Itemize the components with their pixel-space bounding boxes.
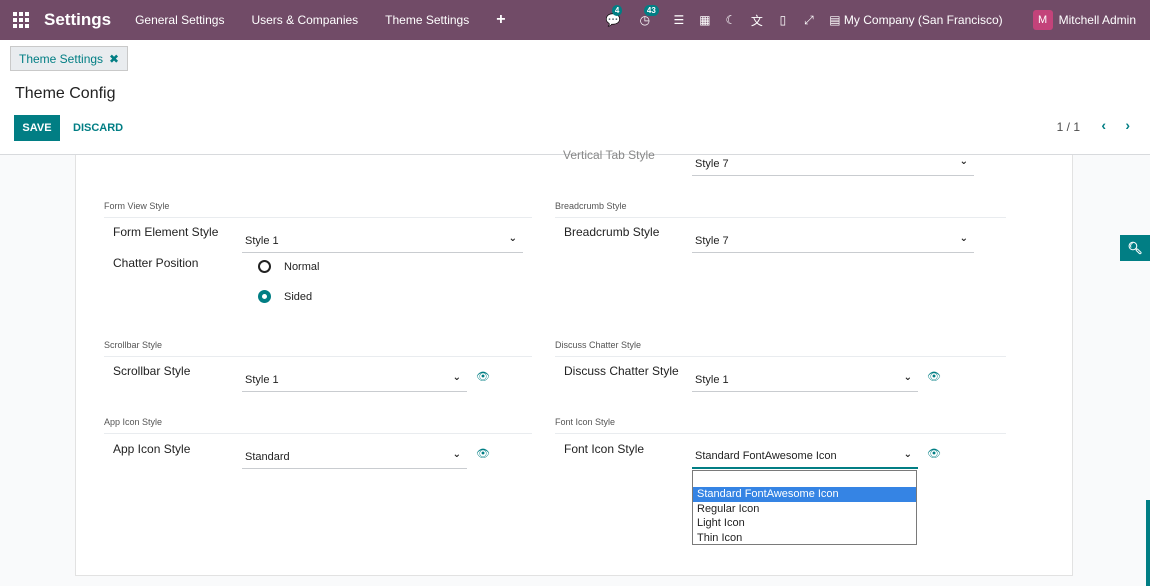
app-icon-label: App Icon Style xyxy=(113,442,191,456)
avatar[interactable]: M xyxy=(1032,10,1053,30)
eye-icon[interactable]: 👁︎ xyxy=(476,447,490,460)
dropdown-option-standard[interactable]: Standard FontAwesome Icon xyxy=(693,487,916,502)
radio-sided[interactable]: Sided xyxy=(258,290,312,303)
dropdown-option-thin[interactable]: Thin Icon xyxy=(693,531,916,546)
activity-badge: 43 xyxy=(643,5,659,16)
discuss-select[interactable]: Style 1 ⌄ xyxy=(692,368,918,392)
control-panel: Theme Settings ✖ Theme Config SAVE DISCA… xyxy=(0,40,1150,155)
chevron-down-icon: ⌄ xyxy=(959,233,968,244)
radio-normal-dot[interactable] xyxy=(258,260,271,273)
section-breadcrumb: Breadcrumb Style xyxy=(555,201,1006,218)
dropdown-option-light[interactable]: Light Icon xyxy=(693,516,916,531)
section-font-icon: Font Icon Style xyxy=(555,417,1006,434)
radio-sided-label: Sided xyxy=(284,290,313,303)
chevron-down-icon: ⌄ xyxy=(959,156,968,167)
chevron-left-icon[interactable]: ‹ xyxy=(1101,117,1106,133)
form-element-select[interactable]: Style 1 ⌄ xyxy=(242,229,523,253)
moon-icon[interactable]: ☾ xyxy=(724,13,738,27)
plus-icon[interactable]: + xyxy=(496,11,505,29)
company-switcher[interactable]: My Company (San Francisco) xyxy=(844,13,1003,27)
chevron-right-icon[interactable]: › xyxy=(1125,117,1130,133)
chevron-down-icon: ⌄ xyxy=(903,449,912,460)
save-button[interactable]: SAVE xyxy=(14,115,60,141)
radio-normal[interactable]: Normal xyxy=(258,260,319,273)
section-form-view: Form View Style xyxy=(104,201,532,218)
discuss-value: Style 1 xyxy=(695,373,729,386)
vertical-tab-label: Vertical Tab Style xyxy=(563,148,655,162)
breadcrumb-label: Breadcrumb Style xyxy=(564,225,660,239)
calculator-icon[interactable]: ▦ xyxy=(698,13,712,27)
breadcrumb-value: Style 7 xyxy=(695,234,729,247)
bookmark-icon[interactable]: ▯ xyxy=(776,13,790,27)
breadcrumb-select[interactable]: Style 7 ⌄ xyxy=(692,229,974,253)
chevron-down-icon: ⌄ xyxy=(508,233,517,244)
font-icon-label: Font Icon Style xyxy=(564,442,645,456)
page-title: Theme Config xyxy=(15,85,116,102)
language-icon[interactable]: 文 xyxy=(750,13,764,28)
font-icon-select[interactable]: Standard FontAwesome Icon ⌄ xyxy=(692,445,918,469)
breadcrumb-chip-label: Theme Settings xyxy=(19,51,104,66)
search-icon[interactable]: 🔍︎ xyxy=(1120,235,1150,261)
chevron-down-icon: ⌄ xyxy=(452,372,461,383)
close-icon[interactable]: ✖ xyxy=(109,52,119,66)
font-icon-value: Standard FontAwesome Icon xyxy=(695,450,837,462)
dropdown-option-empty[interactable] xyxy=(693,471,916,487)
section-scrollbar: Scrollbar Style xyxy=(104,340,532,357)
form-element-value: Style 1 xyxy=(245,234,279,247)
eye-icon[interactable]: 👁︎ xyxy=(927,447,941,460)
chatter-position-label: Chatter Position xyxy=(113,256,199,270)
section-app-icon: App Icon Style xyxy=(104,417,532,434)
scrollbar-select[interactable]: Style 1 ⌄ xyxy=(242,368,467,392)
app-icon-select[interactable]: Standard ⌄ xyxy=(242,445,467,469)
list-icon[interactable]: ☰ xyxy=(672,13,686,27)
scrollbar-label: Scrollbar Style xyxy=(113,364,191,378)
vertical-tab-select[interactable]: Style 7 ⌄ xyxy=(692,152,974,176)
font-icon-dropdown[interactable]: Standard FontAwesome Icon Regular Icon L… xyxy=(692,470,917,545)
pager-value: 1 / 1 xyxy=(1056,120,1080,134)
menu-theme-settings[interactable]: Theme Settings xyxy=(385,13,469,27)
vertical-tab-value: Style 7 xyxy=(695,157,729,170)
breadcrumb-chip[interactable]: Theme Settings ✖ xyxy=(10,46,129,71)
section-discuss: Discuss Chatter Style xyxy=(555,340,1006,357)
app-icon-value: Standard xyxy=(245,450,290,463)
scrollbar-thumb[interactable] xyxy=(1146,500,1150,586)
activity-clock-icon[interactable]: ◷ 43 xyxy=(638,5,659,27)
scrollbar-value: Style 1 xyxy=(245,373,279,386)
expand-icon[interactable]: ⤢ xyxy=(802,13,816,27)
discuss-label: Discuss Chatter Style xyxy=(564,364,679,378)
apps-menu-icon[interactable] xyxy=(13,12,29,28)
building-icon: ▤ xyxy=(829,13,841,27)
discard-button[interactable]: DISCARD xyxy=(73,115,123,141)
form-element-label: Form Element Style xyxy=(113,225,219,239)
chat-icon[interactable]: 💬 4 xyxy=(605,5,623,27)
eye-icon[interactable]: 👁︎ xyxy=(476,370,490,383)
menu-general-settings[interactable]: General Settings xyxy=(135,13,224,27)
app-brand[interactable]: Settings xyxy=(44,10,111,30)
top-navbar: Settings General Settings Users & Compan… xyxy=(0,0,1150,40)
chevron-down-icon: ⌄ xyxy=(903,372,912,383)
eye-icon[interactable]: 👁︎ xyxy=(927,370,941,383)
radio-sided-dot[interactable] xyxy=(258,290,271,303)
radio-normal-label: Normal xyxy=(284,260,320,273)
user-menu[interactable]: Mitchell Admin xyxy=(1059,13,1136,27)
form-sheet: Vertical Tab Style Style 7 ⌄ Form View S… xyxy=(75,148,1073,576)
chat-badge: 4 xyxy=(611,5,623,16)
menu-users-companies[interactable]: Users & Companies xyxy=(251,13,358,27)
chevron-down-icon: ⌄ xyxy=(452,449,461,460)
dropdown-option-regular[interactable]: Regular Icon xyxy=(693,502,916,517)
